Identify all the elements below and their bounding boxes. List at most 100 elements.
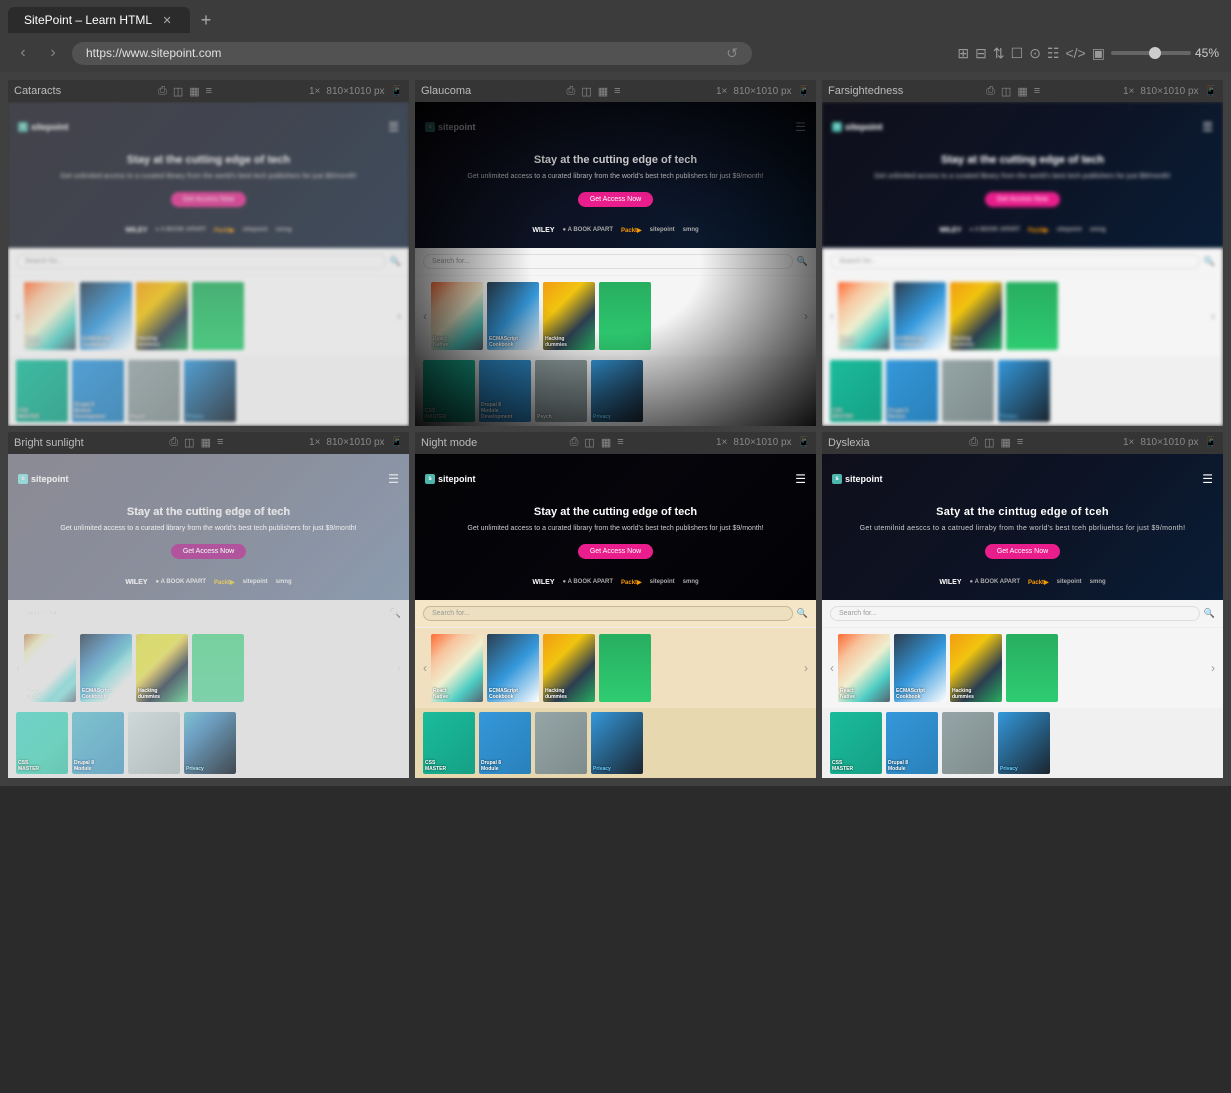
tab-label: SitePoint – Learn HTML [24,13,152,27]
sp-hero: s sitepoint ☰ Saty at the cinttug edge o… [822,454,1223,600]
photo-icon[interactable]: ◫ [173,85,183,98]
layers-icon[interactable]: ≡ [1017,436,1023,449]
camera-icon[interactable]: ⊙ [1029,45,1041,62]
screenshot-icon[interactable]: ☐ [1011,45,1024,62]
hamburger-icon[interactable]: ☰ [388,120,399,134]
layers-icon[interactable]: ≡ [206,85,212,98]
responsive-icon[interactable]: ⊞ [957,45,969,62]
hamburger-icon[interactable]: ☰ [388,472,399,486]
sync-icon[interactable]: ⇅ [993,45,1005,62]
cta-button[interactable]: Get Access Now [985,544,1060,559]
sp-preview: s sitepoint ☰ Stay at the cutting edge o… [8,454,409,778]
new-tab-button[interactable]: + [194,8,218,32]
carousel-prev[interactable]: ‹ [423,661,427,675]
cta-button[interactable]: Get Access Now [171,192,246,207]
cta-button[interactable]: Get Access Now [985,192,1060,207]
image-icon[interactable]: ▦ [601,436,611,449]
search-icon[interactable]: 🔍 [797,256,808,267]
back-button[interactable]: ‹ [12,44,34,62]
preview-wrapper: s sitepoint ☰ Saty at the cinttug edge o… [822,454,1223,778]
search-input[interactable]: Search for... [16,606,386,621]
panel-header-cataracts: Cataracts ⎙ ◫ ▦ ≡ 1× 810×1010 px 📱 [8,80,409,102]
active-tab[interactable]: SitePoint – Learn HTML ✕ [8,7,190,33]
carousel-next[interactable]: › [1211,309,1215,323]
share-icon[interactable]: ⎙ [969,436,978,449]
sp-carousel-2: CSSMASTER Drupal 8Module Privacy [415,708,816,778]
mobile-icon: 📱 [1205,86,1217,97]
layers-icon[interactable]: ≡ [614,85,620,98]
share-icon[interactable]: ⎙ [570,436,579,449]
search-input[interactable]: Search for... [830,606,1200,621]
address-bar: ‹ › https://www.sitepoint.com ↺ ⊞ ⊟ ⇅ ☐ … [0,34,1231,72]
search-icon[interactable]: 🔍 [390,256,401,267]
photo-icon[interactable]: ◫ [184,436,194,449]
carousel-prev[interactable]: ‹ [423,309,427,323]
image-icon[interactable]: ▦ [598,85,608,98]
search-input[interactable]: Search for... [423,606,793,621]
code-icon[interactable]: </> [1065,45,1085,61]
image-icon[interactable]: ▦ [189,85,199,98]
sp-partners: WILEY ● A BOOK APART Packt▶ sitepoint sm… [832,219,1213,234]
books-grid: ReactNative ECMAScriptCookbook Hackingdu… [24,282,393,350]
hamburger-icon[interactable]: ☰ [795,120,806,134]
filter-icon[interactable]: ⊟ [975,45,987,62]
carousel-next[interactable]: › [804,661,808,675]
tab-close-button[interactable]: ✕ [160,13,174,27]
zoom-slider[interactable] [1111,51,1191,55]
layers-icon[interactable]: ≡ [1034,85,1040,98]
share-icon[interactable]: ⎙ [158,85,167,98]
photo-icon[interactable]: ◫ [584,436,594,449]
reload-button[interactable]: ↺ [726,45,738,62]
zoom-level: 45% [1195,46,1219,60]
sp-search-bar: Search for... 🔍 [415,248,816,276]
hamburger-icon[interactable]: ☰ [795,472,806,486]
book-green [192,282,244,350]
image-icon[interactable]: ▦ [1000,436,1010,449]
share-icon[interactable]: ⎙ [169,436,178,449]
carousel-next[interactable]: › [397,661,401,675]
panel-icon[interactable]: ▣ [1092,45,1105,62]
hamburger-icon[interactable]: ☰ [1202,120,1213,134]
carousel-prev[interactable]: ‹ [16,661,20,675]
panel-icons: ⎙ ◫ ▦ ≡ [567,85,621,98]
carousel-next[interactable]: › [397,309,401,323]
photo-icon[interactable]: ◫ [984,436,994,449]
panel-icons: ⎙ ◫ ▦ ≡ [986,85,1040,98]
book-css: CSSMASTER [16,360,68,422]
sp-hero: s sitepoint ☰ Stay at the cutting edge o… [822,102,1223,248]
cta-button[interactable]: Get Access Now [171,544,246,559]
carousel-prev[interactable]: ‹ [16,309,20,323]
toolbar-right: ⊞ ⊟ ⇅ ☐ ⊙ ☷ </> ▣ 45% [957,45,1219,62]
image-icon[interactable]: ▦ [201,436,211,449]
sp-carousel-2: CSSMASTER Drupal 8ModuleDevelopment Psyc… [8,356,409,426]
mobile-icon: 📱 [391,437,403,448]
carousel-next[interactable]: › [1211,661,1215,675]
search-input[interactable]: Search for... [830,254,1200,269]
sp-logo: s sitepoint [425,122,476,132]
search-input[interactable]: Search for... [16,254,386,269]
url-bar[interactable]: https://www.sitepoint.com ↺ [72,42,752,65]
carousel-prev[interactable]: ‹ [830,661,834,675]
photo-icon[interactable]: ◫ [581,85,591,98]
device-icon[interactable]: ☷ [1047,45,1060,62]
layers-icon[interactable]: ≡ [617,436,623,449]
search-input[interactable]: Search for... [423,254,793,269]
hamburger-icon[interactable]: ☰ [1202,472,1213,486]
panel-label: Night mode [421,437,477,449]
image-icon[interactable]: ▦ [1017,85,1027,98]
panel-header-glaucoma: Glaucoma ⎙ ◫ ▦ ≡ 1× 810×1010 px 📱 [415,80,816,102]
sp-hero-content: Stay at the cutting edge of tech Get unl… [425,506,806,559]
photo-icon[interactable]: ◫ [1001,85,1011,98]
share-icon[interactable]: ⎙ [567,85,576,98]
share-icon[interactable]: ⎙ [986,85,995,98]
carousel-next[interactable]: › [804,309,808,323]
cta-button[interactable]: Get Access Now [578,544,653,559]
forward-button[interactable]: › [42,44,64,62]
layers-icon[interactable]: ≡ [217,436,223,449]
cta-button[interactable]: Get Access Now [578,192,653,207]
preview-wrapper: s sitepoint ☰ Stay at the cutting edge o… [415,454,816,778]
zoom-control[interactable]: 45% [1111,46,1219,60]
sp-partners: WILEY ● A BOOK APART Packt▶ sitepoint sm… [425,219,806,234]
carousel-prev[interactable]: ‹ [830,309,834,323]
mobile-icon: 📱 [1205,437,1217,448]
